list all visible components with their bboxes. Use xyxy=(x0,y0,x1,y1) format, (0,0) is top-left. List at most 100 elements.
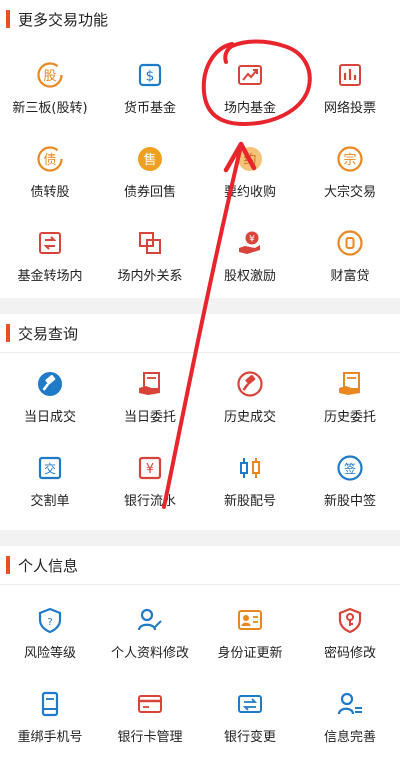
menu-item-label: 新股中签 xyxy=(323,494,376,509)
menu-item-label: 新三板(股转) xyxy=(12,101,88,116)
overlap-squares-icon xyxy=(135,228,165,258)
qian-circle-icon: 签 xyxy=(335,453,365,483)
section-accent-bar xyxy=(6,556,10,574)
menu-item-ipo-allotment[interactable]: 新股配号 xyxy=(200,431,300,515)
svg-text:股: 股 xyxy=(43,69,56,84)
section-header: 更多交易功能 xyxy=(0,0,400,38)
menu-item-money-fund[interactable]: $ 货币基金 xyxy=(100,38,200,122)
hammer-circle-icon xyxy=(235,369,265,399)
menu-item-label: 风险等级 xyxy=(23,646,76,661)
menu-item-wealth-loan[interactable]: 财富贷 xyxy=(300,206,400,290)
svg-text:?: ? xyxy=(47,617,52,628)
card-switch-icon xyxy=(235,689,265,719)
svg-text:债: 债 xyxy=(43,153,56,168)
svg-text:$: $ xyxy=(146,69,155,85)
trade-query-section: 交易查询 当日成交 当日委托 历史成交 历史委托 交 交割单 ¥ 银行流水 新股… xyxy=(0,314,400,530)
menu-item-rebind-phone[interactable]: 重绑手机号 xyxy=(0,667,100,751)
query-grid: 当日成交 当日委托 历史成交 历史委托 交 交割单 ¥ 银行流水 新股配号 签 … xyxy=(0,347,400,515)
more-trade-functions-section: 更多交易功能 股 新三板(股转) $ 货币基金 场内基金 网络投票 债 债转股 … xyxy=(0,0,400,298)
svg-text:¥: ¥ xyxy=(146,462,154,477)
bar-chart-icon xyxy=(335,60,365,90)
gu-circle-icon: 股 xyxy=(35,60,65,90)
zhai-circle-icon: 债 xyxy=(35,144,65,174)
hand-document-icon xyxy=(135,369,165,399)
menu-item-label: 历史成交 xyxy=(223,410,276,425)
menu-item-label: 场内基金 xyxy=(223,101,276,116)
function-grid: 股 新三板(股转) $ 货币基金 场内基金 网络投票 债 债转股 售 债券回售 … xyxy=(0,38,400,290)
menu-item-history-deals[interactable]: 历史成交 xyxy=(200,347,300,431)
menu-item-on-off-exchange[interactable]: 场内外关系 xyxy=(100,206,200,290)
candlestick-icon xyxy=(235,453,265,483)
menu-item-exchange-fund[interactable]: 场内基金 xyxy=(200,38,300,122)
menu-item-bank-change[interactable]: 银行变更 xyxy=(200,667,300,751)
menu-item-ipo-winning[interactable]: 签 新股中签 xyxy=(300,431,400,515)
section-title: 个人信息 xyxy=(18,556,79,575)
phone-icon xyxy=(35,689,65,719)
section-accent-bar xyxy=(6,10,10,28)
transfer-arrows-icon xyxy=(35,228,65,258)
menu-item-bond-putback[interactable]: 售 债券回售 xyxy=(100,122,200,206)
menu-item-risk-level[interactable]: ? 风险等级 xyxy=(0,583,100,667)
menu-item-label: 网络投票 xyxy=(323,101,376,116)
menu-item-label: 个人资料修改 xyxy=(110,646,189,661)
menu-item-label: 基金转场内 xyxy=(17,269,83,284)
menu-item-tender-offer[interactable]: 约 要约收购 xyxy=(200,122,300,206)
hand-document-icon xyxy=(335,369,365,399)
menu-item-label: 密码修改 xyxy=(323,646,376,661)
svg-text:约: 约 xyxy=(243,153,256,168)
menu-item-label: 货币基金 xyxy=(123,101,176,116)
zong-circle-icon: 宗 xyxy=(335,144,365,174)
menu-item-equity-incentive[interactable]: ¥ 股权激励 xyxy=(200,206,300,290)
bank-card-icon xyxy=(135,689,165,719)
personal-grid: ? 风险等级 个人资料修改 身份证更新 密码修改 重绑手机号 银行卡管理 银行变… xyxy=(0,583,400,751)
menu-item-id-update[interactable]: 身份证更新 xyxy=(200,583,300,667)
svg-text:宗: 宗 xyxy=(343,152,356,168)
menu-item-fund-to-exchange[interactable]: 基金转场内 xyxy=(0,206,100,290)
menu-item-today-deals[interactable]: 当日成交 xyxy=(0,347,100,431)
menu-item-label: 重绑手机号 xyxy=(17,730,83,745)
svg-text:¥: ¥ xyxy=(249,235,255,245)
shou-circle-icon: 售 xyxy=(135,144,165,174)
menu-item-today-orders[interactable]: 当日委托 xyxy=(100,347,200,431)
menu-item-label: 股权激励 xyxy=(223,269,276,284)
menu-item-label: 银行卡管理 xyxy=(117,730,183,745)
menu-item-change-password[interactable]: 密码修改 xyxy=(300,583,400,667)
menu-item-block-trade[interactable]: 宗 大宗交易 xyxy=(300,122,400,206)
menu-item-complete-info[interactable]: 信息完善 xyxy=(300,667,400,751)
menu-item-edit-profile[interactable]: 个人资料修改 xyxy=(100,583,200,667)
dollar-square-icon: $ xyxy=(135,60,165,90)
key-shield-icon xyxy=(335,605,365,635)
menu-item-label: 要约收购 xyxy=(223,185,276,200)
menu-item-settlement-slip[interactable]: 交 交割单 xyxy=(0,431,100,515)
yen-square-icon: ¥ xyxy=(135,453,165,483)
section-accent-bar xyxy=(6,324,10,342)
menu-item-online-vote[interactable]: 网络投票 xyxy=(300,38,400,122)
menu-item-label: 身份证更新 xyxy=(217,646,283,661)
menu-item-label: 历史委托 xyxy=(323,410,376,425)
section-title: 交易查询 xyxy=(18,324,79,343)
user-list-icon xyxy=(335,689,365,719)
menu-item-history-orders[interactable]: 历史委托 xyxy=(300,347,400,431)
yue-circle-icon: 约 xyxy=(235,144,265,174)
jiao-square-icon: 交 xyxy=(35,453,65,483)
id-card-icon xyxy=(235,605,265,635)
hammer-circle-icon xyxy=(35,369,65,399)
menu-item-debt-to-equity[interactable]: 债 债转股 xyxy=(0,122,100,206)
menu-item-bank-card-manage[interactable]: 银行卡管理 xyxy=(100,667,200,751)
personal-info-section: 个人信息 ? 风险等级 个人资料修改 身份证更新 密码修改 重绑手机号 银行卡管… xyxy=(0,546,400,767)
menu-item-label: 当日委托 xyxy=(123,410,176,425)
section-title: 更多交易功能 xyxy=(18,10,109,29)
menu-item-label: 大宗交易 xyxy=(323,185,376,200)
menu-item-label: 场内外关系 xyxy=(117,269,183,284)
svg-text:签: 签 xyxy=(344,461,356,476)
yen-hand-icon: ¥ xyxy=(235,228,265,258)
menu-item-label: 信息完善 xyxy=(323,730,376,745)
menu-item-label: 当日成交 xyxy=(23,410,76,425)
svg-text:交: 交 xyxy=(44,461,56,476)
menu-item-neeq[interactable]: 股 新三板(股转) xyxy=(0,38,100,122)
menu-item-bank-statement[interactable]: ¥ 银行流水 xyxy=(100,431,200,515)
trend-chart-icon xyxy=(235,60,265,90)
coin-circle-icon xyxy=(335,228,365,258)
menu-item-label: 债转股 xyxy=(30,185,70,200)
menu-item-label: 交割单 xyxy=(30,494,70,509)
